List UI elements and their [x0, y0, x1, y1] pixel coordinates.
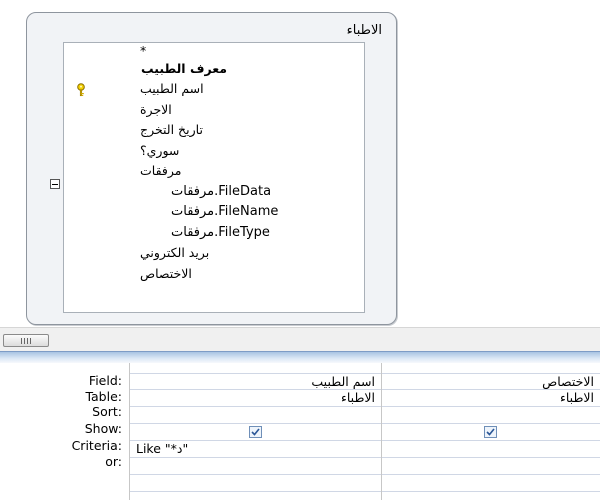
horizontal-scrollbar[interactable]: [0, 327, 600, 351]
checkmark-icon: [250, 428, 260, 436]
row-label-sort: Sort:: [92, 404, 122, 419]
field-item-attachments-filetype[interactable]: مرفقات.FileType: [171, 224, 270, 242]
show-cell[interactable]: [382, 424, 600, 441]
show-cell[interactable]: [130, 424, 381, 441]
checkmark-icon: [486, 428, 495, 436]
grip-line: [24, 338, 25, 344]
row-label-field: Field:: [88, 373, 122, 388]
field-item-specialty[interactable]: الاختصاص: [140, 265, 192, 283]
row-label-criteria: Criteria:: [71, 438, 122, 453]
field-cell[interactable]: اسم الطبيب: [130, 373, 381, 390]
grip-line: [27, 338, 28, 344]
show-checkbox[interactable]: [484, 426, 497, 438]
field-item-attachments-filename[interactable]: مرفقات.FileName: [171, 203, 278, 221]
empty-cell[interactable]: [130, 475, 381, 492]
grip-line: [21, 338, 22, 344]
field-list[interactable]: * معرف الطبيب اسم الطبيب الاجرة تاريخ ال…: [63, 42, 365, 313]
row-label-show: Show:: [84, 421, 122, 436]
field-item-fee[interactable]: الاجرة: [140, 101, 172, 119]
show-checkbox[interactable]: [248, 426, 262, 438]
sort-cell[interactable]: [382, 407, 600, 424]
row-label-column: Field: Table: Sort: Show: Criteria: or:: [0, 363, 129, 500]
field-item-doctor-id[interactable]: معرف الطبيب: [141, 60, 227, 78]
sort-cell[interactable]: [130, 407, 381, 424]
field-cell[interactable]: الاختصاص: [382, 373, 600, 390]
field-item-syrian[interactable]: سوري؟: [140, 142, 179, 160]
field-item-attachments[interactable]: مرفقات: [140, 162, 181, 180]
table-box-title[interactable]: الاطباء: [347, 23, 382, 38]
scrollbar-thumb[interactable]: [3, 334, 49, 347]
design-grid: Field: Table: Sort: Show: Criteria: or: …: [0, 363, 600, 500]
field-item-graduation-date[interactable]: تاريخ التخرج: [140, 121, 203, 139]
table-cell[interactable]: الاطباء: [130, 390, 381, 407]
grid-column-1[interactable]: اسم الطبيب الاطباء Like "*د": [129, 363, 381, 500]
row-label-or: or:: [105, 454, 122, 469]
field-item-email[interactable]: بريد الكتروني: [140, 244, 209, 262]
field-item-all[interactable]: *: [140, 42, 146, 60]
field-item-doctor-name[interactable]: اسم الطبيب: [140, 80, 204, 98]
minus-box-icon[interactable]: [50, 179, 60, 189]
field-item-attachments-filedata[interactable]: مرفقات.FileData: [171, 183, 271, 201]
or-cell[interactable]: [382, 458, 600, 475]
empty-cell[interactable]: [382, 475, 600, 492]
query-design-surface: الاطباء * معرف الطبيب اسم الطبيب الاجرة …: [0, 0, 600, 327]
criteria-cell[interactable]: Like "*د": [130, 441, 381, 458]
table-cell[interactable]: الاطباء: [382, 390, 600, 407]
or-cell[interactable]: [130, 458, 381, 475]
table-box-doctors[interactable]: الاطباء * معرف الطبيب اسم الطبيب الاجرة …: [26, 12, 397, 325]
grid-column-2[interactable]: الاختصاص الاطباء: [381, 363, 600, 500]
row-label-table: Table:: [85, 389, 122, 404]
grip-line: [30, 338, 31, 344]
pane-splitter[interactable]: [0, 351, 600, 363]
criteria-cell[interactable]: [382, 441, 600, 458]
key-icon: [77, 83, 85, 97]
